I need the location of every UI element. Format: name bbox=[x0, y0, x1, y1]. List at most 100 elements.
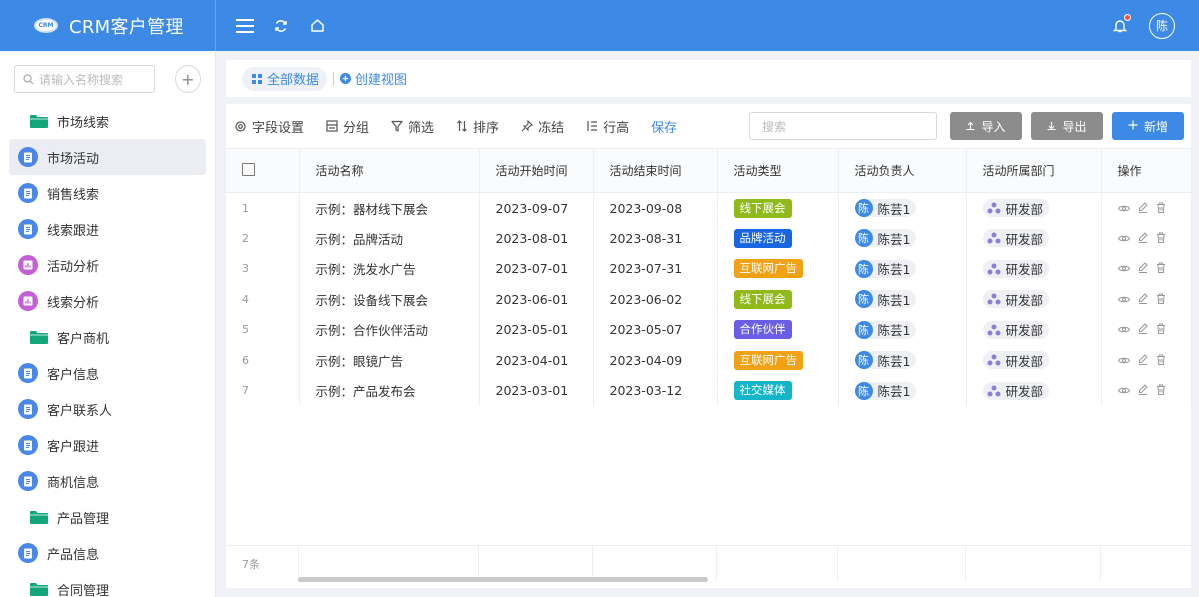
sidebar-item[interactable]: 客户联系人 bbox=[9, 391, 206, 427]
sidebar-item[interactable]: 产品信息 bbox=[9, 535, 206, 571]
save-view-button[interactable]: 保存 bbox=[651, 117, 677, 136]
sidebar-item[interactable]: 销售线索 bbox=[9, 175, 206, 211]
start-date-cell: 2023-09-07 bbox=[479, 192, 594, 223]
delete-icon[interactable] bbox=[1156, 383, 1166, 398]
doc-icon bbox=[18, 543, 38, 563]
delete-icon[interactable] bbox=[1156, 292, 1166, 307]
sidebar-item[interactable]: 线索分析 bbox=[9, 283, 206, 319]
activity-name-cell[interactable]: 示例：设备线下展会 bbox=[299, 284, 480, 315]
delete-icon[interactable] bbox=[1156, 201, 1166, 216]
download-icon bbox=[1047, 119, 1056, 133]
add-record-button[interactable]: 新增 bbox=[1112, 112, 1184, 140]
activity-name-cell[interactable]: 示例：洗发水广告 bbox=[299, 253, 480, 284]
table-row[interactable]: 1 示例：器材线下展会 2023-09-07 2023-09-08 线下展会 陈… bbox=[226, 192, 1192, 223]
edit-icon[interactable] bbox=[1138, 383, 1148, 398]
view-icon[interactable] bbox=[1117, 292, 1130, 307]
sidebar-item[interactable]: 活动分析 bbox=[9, 247, 206, 283]
sidebar-group[interactable]: 合同管理 bbox=[0, 571, 215, 597]
chart-icon bbox=[18, 291, 38, 311]
sidebar-group[interactable]: 市场线索 bbox=[0, 103, 215, 139]
department-chip: 研发部 bbox=[982, 229, 1050, 248]
notification-bell-icon[interactable] bbox=[1111, 13, 1131, 35]
view-icon[interactable] bbox=[1117, 353, 1130, 368]
owner-cell: 陈陈芸1 bbox=[838, 375, 967, 406]
column-header[interactable]: 活动所属部门 bbox=[966, 148, 1102, 193]
column-header[interactable]: 活动结束时间 bbox=[593, 148, 718, 193]
sidebar-item[interactable]: 客户信息 bbox=[9, 355, 206, 391]
table-row[interactable]: 5 示例：合作伙伴活动 2023-05-01 2023-05-07 合作伙伴 陈… bbox=[226, 314, 1192, 345]
row-height-icon bbox=[586, 120, 598, 132]
brand[interactable]: CRM CRM客户管理 bbox=[0, 0, 216, 51]
table-row[interactable]: 7 示例：产品发布会 2023-03-01 2023-03-12 社交媒体 陈陈… bbox=[226, 375, 1192, 406]
type-tag: 互联网广告 bbox=[733, 259, 803, 279]
add-menu-button[interactable]: + bbox=[174, 65, 201, 93]
delete-icon[interactable] bbox=[1156, 322, 1166, 337]
freeze-button[interactable]: 冻结 bbox=[521, 117, 564, 136]
horizontal-scrollbar[interactable] bbox=[298, 577, 708, 582]
table-row[interactable]: 2 示例：品牌活动 2023-08-01 2023-08-31 品牌活动 陈陈芸… bbox=[226, 223, 1192, 254]
sidebar-item[interactable]: 客户跟进 bbox=[9, 427, 206, 463]
view-icon[interactable] bbox=[1117, 231, 1130, 246]
view-icon[interactable] bbox=[1117, 383, 1130, 398]
delete-icon[interactable] bbox=[1156, 353, 1166, 368]
activity-name-cell[interactable]: 示例：器材线下展会 bbox=[299, 192, 480, 223]
column-header[interactable]: 活动负责人 bbox=[838, 148, 967, 193]
type-cell: 线下展会 bbox=[717, 192, 839, 223]
field-settings-button[interactable]: 字段设置 bbox=[234, 117, 304, 136]
type-tag: 线下展会 bbox=[733, 198, 792, 218]
add-circle-icon bbox=[340, 73, 352, 84]
view-icon[interactable] bbox=[1117, 322, 1130, 337]
user-avatar[interactable]: 陈 bbox=[1149, 12, 1175, 39]
sidebar-item[interactable]: 线索跟进 bbox=[9, 211, 206, 247]
folder-icon bbox=[30, 582, 48, 596]
view-icon[interactable] bbox=[1117, 261, 1130, 276]
menu-toggle-icon[interactable] bbox=[236, 17, 254, 35]
edit-icon[interactable] bbox=[1138, 322, 1148, 337]
import-button[interactable]: 导入 bbox=[950, 112, 1022, 140]
row-index: 6 bbox=[226, 345, 300, 376]
home-icon[interactable] bbox=[308, 17, 326, 35]
activity-name-cell[interactable]: 示例：眼镜广告 bbox=[299, 345, 480, 376]
actions-cell bbox=[1101, 345, 1192, 376]
filter-button[interactable]: 筛选 bbox=[391, 117, 434, 136]
row-height-button[interactable]: 行高 bbox=[586, 117, 629, 136]
start-date-cell: 2023-04-01 bbox=[479, 345, 594, 376]
sidebar-group[interactable]: 产品管理 bbox=[0, 499, 215, 535]
sidebar-search-input[interactable]: 请输入名称搜索 bbox=[14, 65, 155, 93]
edit-icon[interactable] bbox=[1138, 353, 1148, 368]
owner-avatar: 陈 bbox=[854, 290, 873, 309]
department-cell: 研发部 bbox=[966, 284, 1102, 315]
edit-icon[interactable] bbox=[1138, 261, 1148, 276]
table-row[interactable]: 6 示例：眼镜广告 2023-04-01 2023-04-09 互联网广告 陈陈… bbox=[226, 345, 1192, 376]
delete-icon[interactable] bbox=[1156, 231, 1166, 246]
group-icon bbox=[326, 120, 338, 132]
view-icon[interactable] bbox=[1117, 201, 1130, 216]
column-header[interactable]: 活动名称 bbox=[299, 148, 480, 193]
create-view-button[interactable]: 创建视图 bbox=[340, 69, 407, 88]
column-header[interactable]: 活动类型 bbox=[717, 148, 839, 193]
table-row[interactable]: 3 示例：洗发水广告 2023-07-01 2023-07-31 互联网广告 陈… bbox=[226, 253, 1192, 284]
delete-icon[interactable] bbox=[1156, 261, 1166, 276]
edit-icon[interactable] bbox=[1138, 231, 1148, 246]
edit-icon[interactable] bbox=[1138, 201, 1148, 216]
sidebar-item[interactable]: 商机信息 bbox=[9, 463, 206, 499]
export-button[interactable]: 导出 bbox=[1031, 112, 1103, 140]
sidebar-item[interactable]: 市场活动 bbox=[9, 139, 206, 175]
group-button[interactable]: 分组 bbox=[326, 117, 369, 136]
org-icon bbox=[987, 385, 1001, 397]
column-header[interactable]: 活动开始时间 bbox=[479, 148, 594, 193]
sidebar-group[interactable]: 客户商机 bbox=[0, 319, 215, 355]
department-chip: 研发部 bbox=[982, 290, 1050, 309]
actions-cell bbox=[1101, 192, 1192, 223]
activity-name-cell[interactable]: 示例：品牌活动 bbox=[299, 223, 480, 254]
refresh-icon[interactable] bbox=[272, 17, 290, 35]
view-tab-all[interactable]: 全部数据 bbox=[242, 66, 328, 91]
activity-name-cell[interactable]: 示例：合作伙伴活动 bbox=[299, 314, 480, 345]
edit-icon[interactable] bbox=[1138, 292, 1148, 307]
select-all-checkbox[interactable] bbox=[226, 148, 300, 193]
doc-icon bbox=[18, 147, 38, 167]
table-row[interactable]: 4 示例：设备线下展会 2023-06-01 2023-06-02 线下展会 陈… bbox=[226, 284, 1192, 315]
table-search-input[interactable]: 搜索 bbox=[749, 112, 937, 140]
sort-button[interactable]: 排序 bbox=[456, 117, 499, 136]
activity-name-cell[interactable]: 示例：产品发布会 bbox=[299, 375, 480, 406]
